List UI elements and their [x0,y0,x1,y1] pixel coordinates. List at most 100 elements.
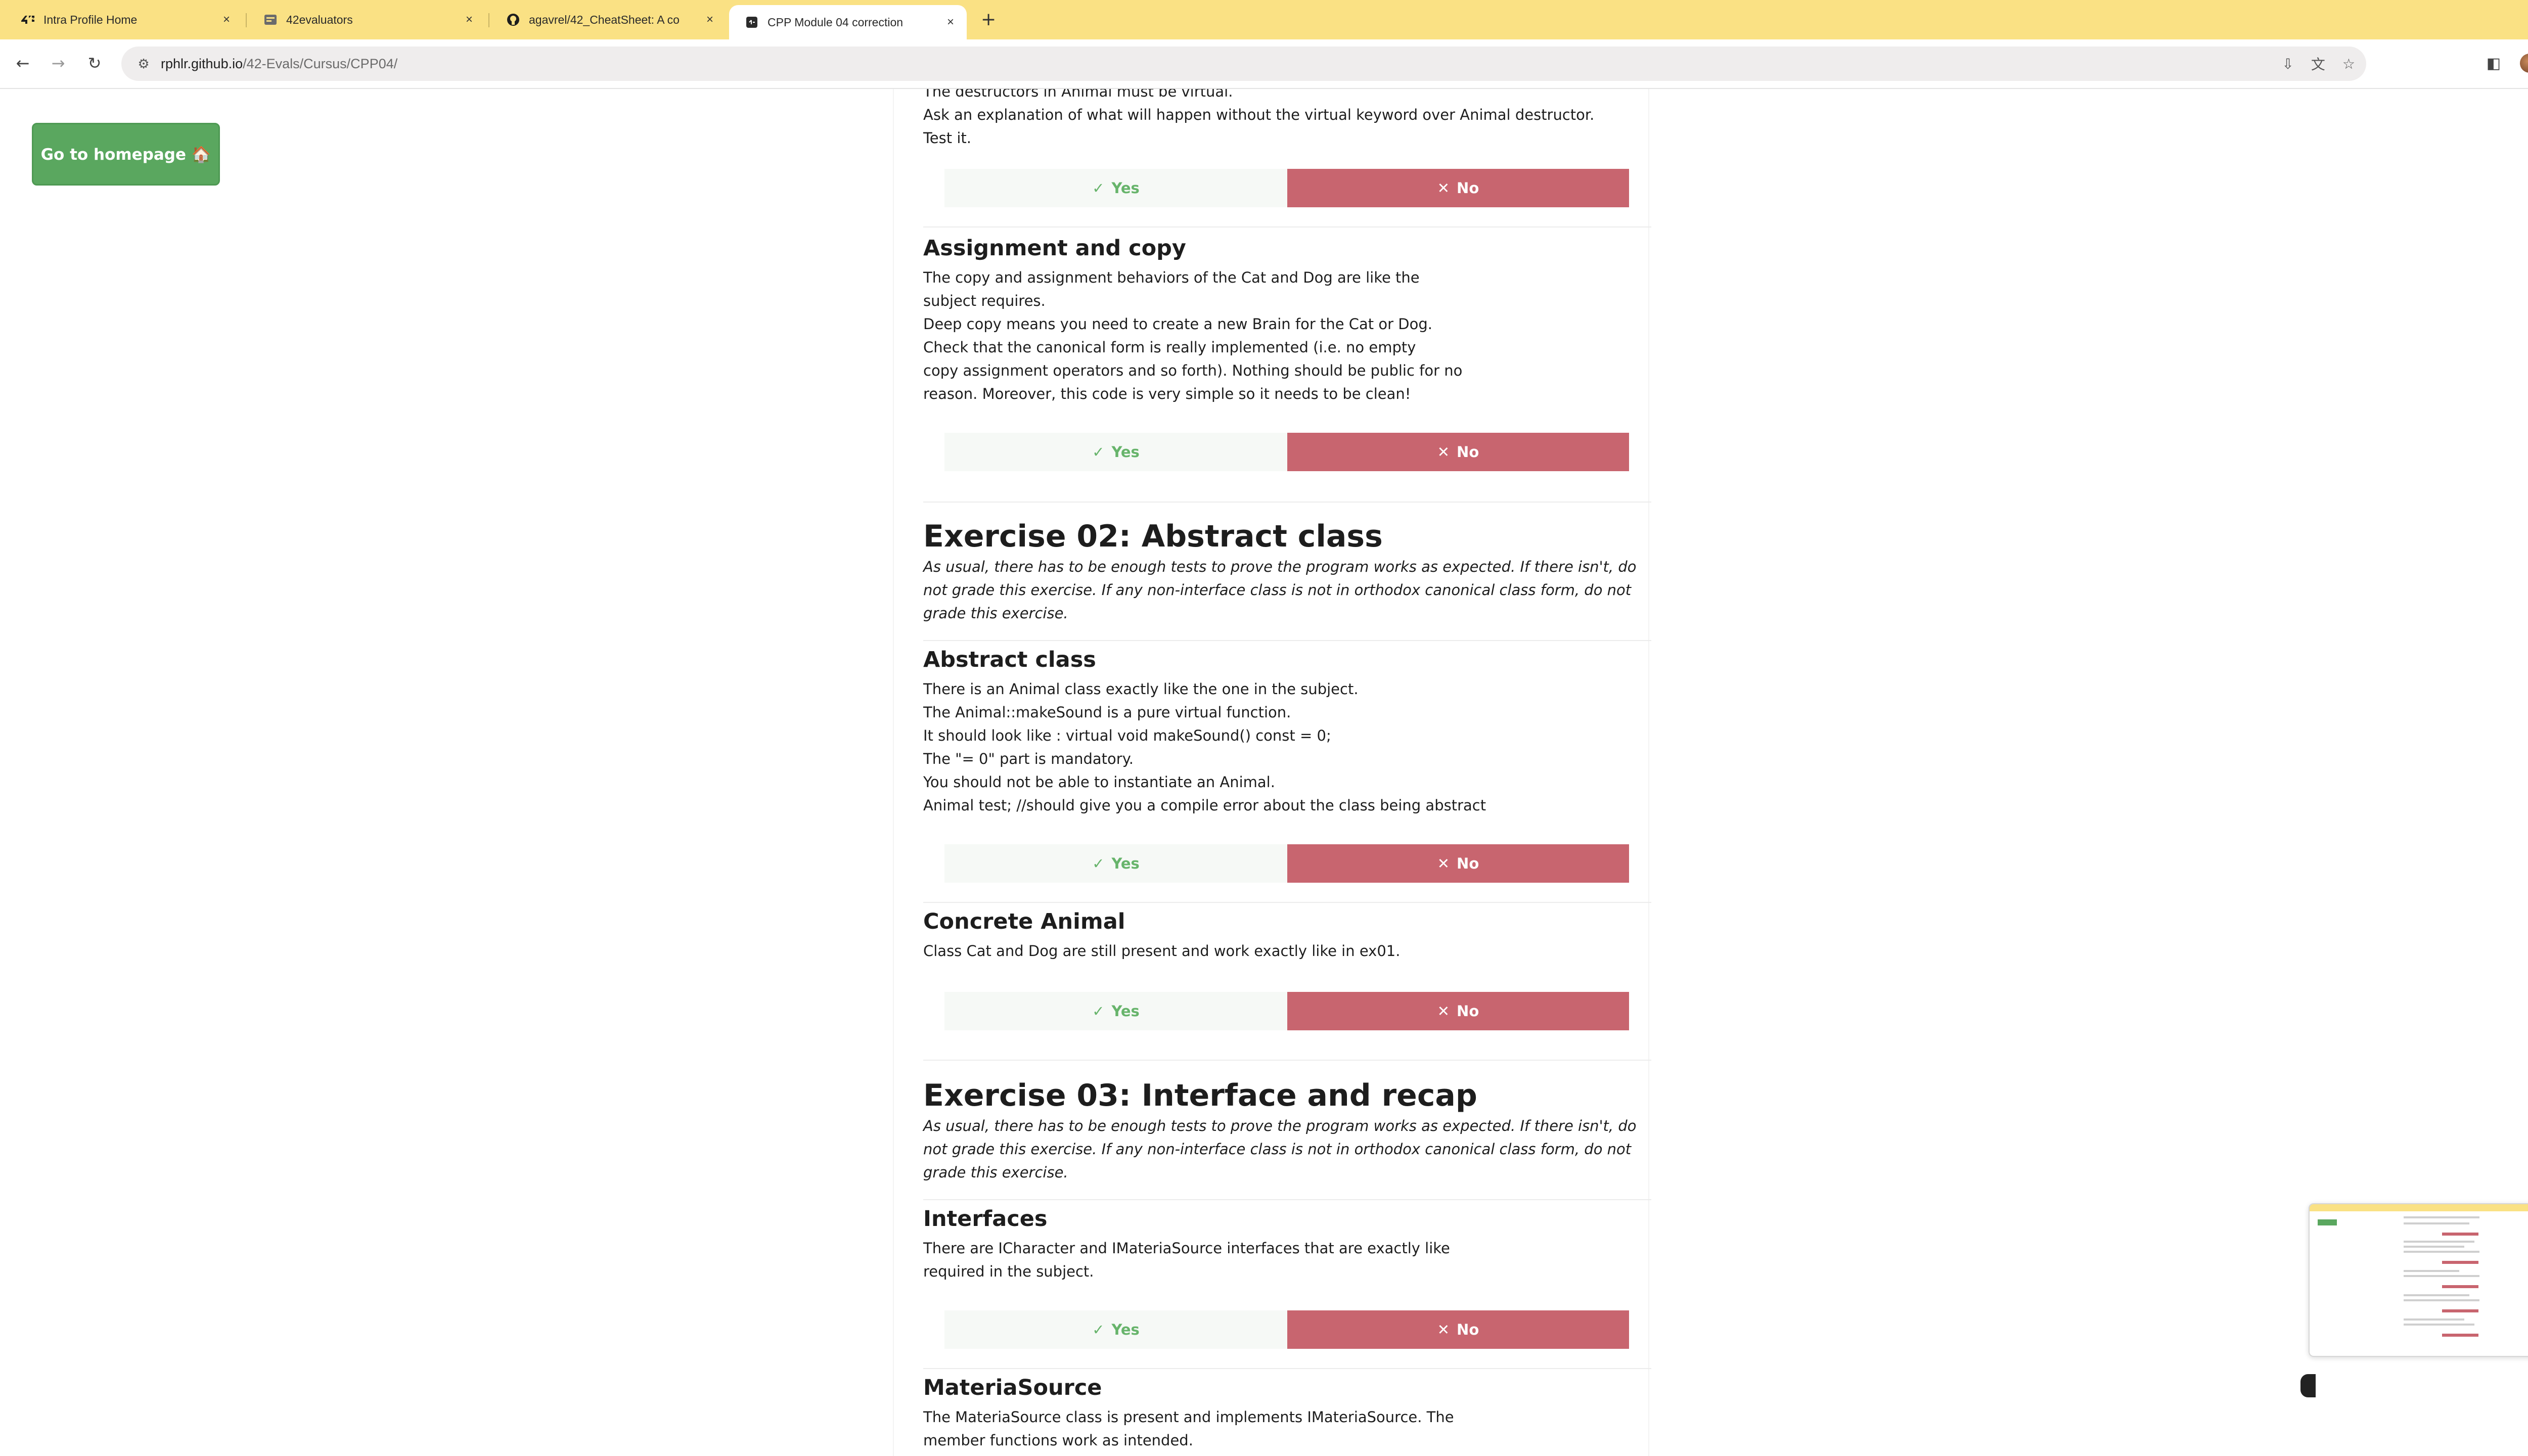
translate-icon[interactable]: 文 [2311,54,2325,74]
page-icon [744,15,759,30]
close-icon[interactable]: × [941,15,960,29]
no-button[interactable]: ✕ No [1287,169,1629,207]
back-button[interactable]: ← [10,51,35,76]
yes-button[interactable]: ✓ Yes [944,169,1287,207]
reload-icon: ↻ [87,54,102,73]
profile-button[interactable] [2518,51,2528,76]
new-tab-button[interactable]: + [981,9,996,30]
yes-button[interactable]: ✓ Yes [944,433,1287,471]
preview-line [2404,1270,2459,1272]
check-text: Animal test; //should give you a compile… [923,797,1486,814]
arrow-right-icon: → [51,54,65,73]
check-text: The destructors in Animal must be virtua… [923,89,1233,100]
page-preview-thumbnail[interactable] [2309,1203,2528,1357]
tab-title: agavrel/42_CheatSheet: A co [529,13,680,26]
preview-line [2404,1216,2479,1218]
avatar [2520,54,2528,73]
side-panel-icon: ◧ [2486,54,2501,72]
yes-label: Yes [1111,1003,1140,1020]
check-icon: ✓ [1092,1003,1105,1020]
forward-button[interactable]: → [46,51,71,76]
side-panel-button[interactable]: ◧ [2484,51,2504,76]
preview-handle[interactable] [2300,1374,2316,1397]
section-title: MateriaSource [923,1375,1102,1400]
tab-42evaluators[interactable]: 42evaluators × [248,5,485,34]
url-path: /42-Evals/Cursus/CPP04/ [243,56,398,71]
address-bar[interactable]: ⚙ rphlr.github.io /42-Evals/Cursus/CPP04… [121,47,2366,81]
check-icon: ✓ [1092,1321,1105,1338]
yes-button[interactable]: ✓ Yes [944,992,1287,1030]
preview-no-bar [2442,1233,2478,1236]
no-button[interactable]: ✕ No [1287,1310,1629,1349]
exercise-title: Exercise 03: Interface and recap [923,1078,1477,1113]
yes-button[interactable]: ✓ Yes [944,844,1287,883]
tab-title: Intra Profile Home [43,13,138,26]
preview-no-bar [2442,1261,2478,1264]
42-logo-icon [20,12,35,27]
browser-toolbar: ← → ↻ ⚙ rphlr.github.io /42-Evals/Cursus… [0,39,2528,89]
divider [923,1368,1651,1369]
yes-no-toggle: ✓ Yes ✕ No [944,992,1629,1030]
tab-intra-profile[interactable]: Intra Profile Home × [5,5,243,34]
close-icon: ✕ [1437,443,1450,461]
no-button[interactable]: ✕ No [1287,433,1629,471]
go-to-homepage-button[interactable]: Go to homepage 🏠 [32,123,220,186]
check-text: required in the subject. [923,1263,1094,1280]
check-text: subject requires. [923,292,1046,309]
yes-no-toggle: ✓ Yes ✕ No [944,844,1629,883]
yes-label: Yes [1111,443,1140,461]
preview-line [2404,1318,2464,1321]
check-text: The Animal::makeSound is a pure virtual … [923,704,1291,721]
exercise-03-header: Exercise 03: Interface and recap As usua… [923,1078,1641,1184]
yes-button[interactable]: ✓ Yes [944,1310,1287,1349]
divider [923,640,1651,641]
github-icon [506,12,521,27]
divider [923,1060,1651,1061]
exercise-description: not grade this exercise. If any non-inte… [923,1141,1632,1158]
reload-button[interactable]: ↻ [82,51,107,76]
bookmark-star-icon[interactable]: ☆ [2342,56,2355,72]
preview-no-bar [2442,1285,2478,1288]
preview-line [2404,1324,2474,1326]
close-icon: ✕ [1437,855,1450,872]
tab-title: CPP Module 04 correction [768,15,904,29]
tab-title: 42evaluators [286,13,353,26]
materia-source-section: MateriaSource The MateriaSource class is… [923,1375,1641,1452]
assignment-and-copy-section: Assignment and copy The copy and assignm… [923,236,1641,405]
preview-no-bar [2442,1334,2478,1337]
section-title: Assignment and copy [923,236,1186,261]
check-text: Class Cat and Dog are still present and … [923,942,1401,960]
no-button[interactable]: ✕ No [1287,844,1629,883]
site-settings-icon[interactable]: ⚙ [132,56,155,72]
yes-no-toggle: ✓ Yes ✕ No [944,169,1629,207]
concrete-animal-section: Concrete Animal Class Cat and Dog are st… [923,909,1641,963]
close-icon[interactable]: × [460,13,478,27]
check-text: There is an Animal class exactly like th… [923,680,1359,698]
tab-cpp-module-04[interactable]: CPP Module 04 correction × [729,5,967,39]
arrow-left-icon: ← [16,54,30,73]
tab-cheatsheet[interactable]: agavrel/42_CheatSheet: A co × [490,5,726,34]
close-icon[interactable]: × [217,13,236,27]
install-app-icon[interactable]: ⇩ [2282,56,2293,72]
tab-divider [246,13,247,27]
check-text: Deep copy means you need to create a new… [923,315,1432,333]
no-button[interactable]: ✕ No [1287,992,1629,1030]
preview-line [2404,1275,2479,1277]
preview-home-button [2318,1219,2337,1225]
check-text: reason. Moreover, this code is very simp… [923,385,1411,402]
interfaces-section: Interfaces There are ICharacter and IMat… [923,1206,1641,1283]
yes-no-toggle: ✓ Yes ✕ No [944,433,1629,471]
close-icon[interactable]: × [701,13,719,27]
close-icon: ✕ [1437,1321,1450,1338]
check-text: The "= 0" part is mandatory. [923,750,1134,767]
close-icon: ✕ [1437,179,1450,197]
divider [923,226,1651,228]
check-icon: ✓ [1092,443,1105,461]
check-text: Ask an explanation of what will happen w… [923,106,1595,123]
exercise-02-header: Exercise 02: Abstract class As usual, th… [923,519,1641,625]
check-text: member functions work as intended. [923,1432,1193,1449]
check-text: Check that the canonical form is really … [923,339,1416,356]
section-title: Concrete Animal [923,909,1125,934]
yes-label: Yes [1111,1321,1140,1338]
exercise-description: grade this exercise. [923,1164,1068,1181]
